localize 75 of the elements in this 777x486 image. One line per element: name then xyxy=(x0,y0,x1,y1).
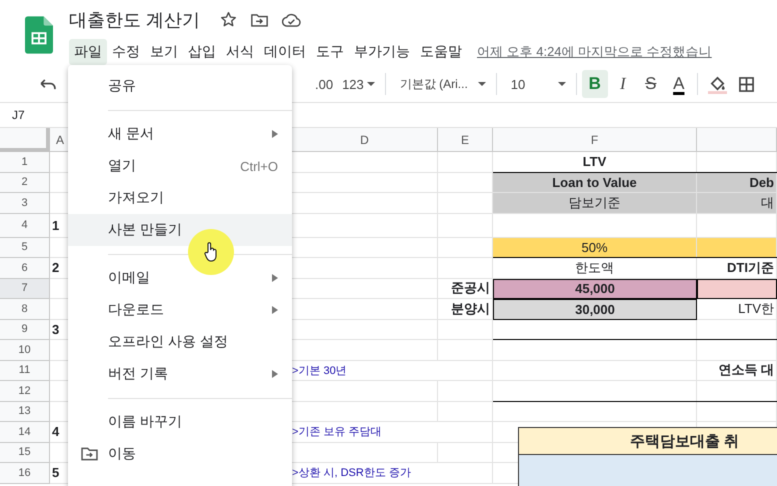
row-number[interactable]: 15 xyxy=(0,442,50,463)
row-number[interactable]: 5 xyxy=(0,238,50,258)
row-number[interactable]: 7 xyxy=(0,278,50,299)
last-edit-link[interactable]: 어제 오후 4:24에 마지막으로 수정했습니 xyxy=(477,43,712,61)
menu-bar-item[interactable]: 보기 xyxy=(145,39,183,65)
row-number[interactable]: 13 xyxy=(0,402,50,422)
table-cell: >상환 시, DSR한도 증가 xyxy=(292,463,493,484)
table-cell: 대 xyxy=(697,193,777,214)
name-box[interactable]: J7 xyxy=(12,108,25,122)
row-number[interactable]: 9 xyxy=(0,320,50,340)
table-cell xyxy=(438,402,493,422)
bold-button[interactable]: B xyxy=(582,70,608,98)
table-cell xyxy=(438,214,493,238)
menu-item[interactable]: 버전 기록 xyxy=(68,358,292,390)
row-number[interactable]: 8 xyxy=(0,299,50,320)
table-cell: 담보기준 xyxy=(493,193,697,214)
caret-icon[interactable] xyxy=(558,82,566,86)
menu-bar-item[interactable]: 서식 xyxy=(221,39,259,65)
table-cell xyxy=(438,258,493,278)
row-number[interactable]: 16 xyxy=(0,463,50,484)
row-number[interactable]: 4 xyxy=(0,214,50,238)
fill-color-icon[interactable] xyxy=(708,74,727,94)
number-format-dropdown[interactable]: 123 xyxy=(342,76,364,92)
row-number[interactable]: 10 xyxy=(0,340,50,360)
menu-bar-item[interactable]: 데이터 xyxy=(259,39,311,65)
column-header[interactable]: D xyxy=(292,128,438,152)
color-button[interactable]: A xyxy=(666,70,692,98)
font-size-dropdown[interactable]: 10 xyxy=(510,76,555,92)
menu-bar-item[interactable]: 부가기능 xyxy=(349,39,415,65)
table-cell: 30,000 xyxy=(493,299,697,320)
row-number[interactable]: 1 xyxy=(0,152,50,172)
table-cell: 50% xyxy=(493,238,697,258)
undo-icon[interactable] xyxy=(40,78,57,90)
table-cell: 연소득 대 xyxy=(697,360,777,381)
menu-item[interactable]: 공유 xyxy=(68,70,292,102)
star-icon[interactable] xyxy=(220,11,238,28)
sheets-logo-icon[interactable] xyxy=(25,16,53,54)
folder-icon xyxy=(81,447,98,461)
strike-button[interactable]: S xyxy=(638,70,664,98)
row-number[interactable]: 14 xyxy=(0,422,50,442)
menu-item[interactable]: 열기 Ctrl+O xyxy=(68,150,292,182)
caret-icon[interactable] xyxy=(478,82,486,86)
table-title: 주택담보대출 취 xyxy=(519,428,777,455)
row-number[interactable]: 6 xyxy=(0,258,50,278)
row-number[interactable]: 12 xyxy=(0,381,50,402)
menu-item[interactable]: 가져오기 xyxy=(68,182,292,214)
hand-cursor-icon xyxy=(204,242,218,262)
table-cell: >기존 보유 주담대 xyxy=(292,422,493,442)
menu-bar-item[interactable]: 도구 xyxy=(311,39,349,65)
move-to-folder-icon[interactable] xyxy=(251,12,268,26)
table-cell: 45,000 xyxy=(493,278,697,299)
row-number[interactable]: 11 xyxy=(0,360,50,381)
font-dropdown[interactable]: 기본값 (Ari... xyxy=(400,76,468,92)
table-cell xyxy=(438,152,493,172)
borders-icon[interactable] xyxy=(738,76,754,92)
table-cell xyxy=(438,320,493,340)
row-number[interactable]: 2 xyxy=(0,172,50,193)
table-cell: LTV한 xyxy=(697,299,777,320)
menu-bar-item[interactable]: 삽입 xyxy=(183,39,221,65)
table-cell: Deb xyxy=(697,172,777,193)
column-header[interactable]: F xyxy=(493,128,697,152)
caret-icon[interactable] xyxy=(366,82,375,86)
document-title[interactable]: 대출한도 계산기 xyxy=(69,8,200,32)
italic-button[interactable]: I xyxy=(610,70,636,98)
cloud-check-icon[interactable] xyxy=(282,12,302,26)
table-cell: Loan to Value xyxy=(493,172,697,193)
menu-bar-item[interactable]: 도움말 xyxy=(415,39,467,65)
increase-decimal-button[interactable]: .00 xyxy=(315,76,334,92)
column-header[interactable]: E xyxy=(438,128,493,152)
table-cell xyxy=(438,340,493,360)
table-cell: >기본 30년 xyxy=(292,360,493,381)
table-cell xyxy=(438,381,493,402)
row-number[interactable]: 3 xyxy=(0,193,50,214)
menu-bar-item[interactable]: 수정 xyxy=(107,39,145,65)
menu-bar-item[interactable]: 파일 xyxy=(69,39,107,65)
